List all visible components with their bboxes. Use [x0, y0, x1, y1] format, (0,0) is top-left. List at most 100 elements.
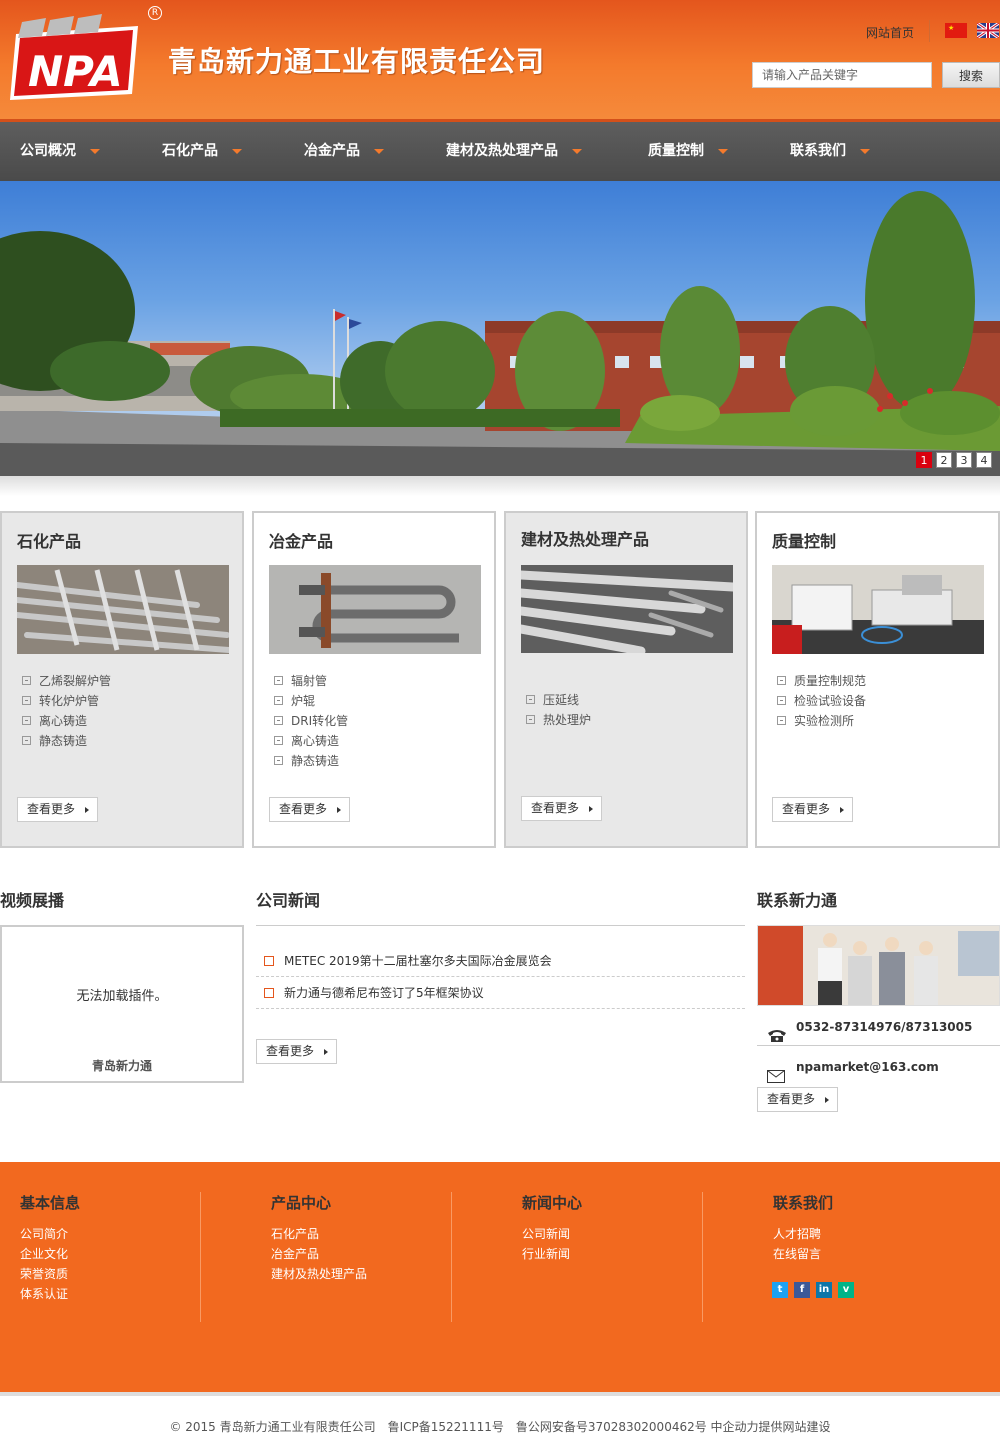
contact-more-button[interactable]: 查看更多	[757, 1087, 838, 1112]
news-item[interactable]: METEC 2019第十二届杜塞尔多夫国际冶金展览会	[256, 945, 745, 977]
linkedin-icon[interactable]: in	[816, 1282, 832, 1298]
list-item[interactable]: 热处理炉	[526, 710, 591, 730]
banner-photo	[0, 191, 1000, 476]
list-item[interactable]: DRI转化管	[274, 711, 348, 731]
copyright-text: © 2015 青岛新力通工业有限责任公司 鲁ICP备15221111号 鲁公网安…	[169, 1420, 831, 1434]
expand-box-icon	[274, 696, 283, 705]
nav-item-building-materials[interactable]: 建材及热处理产品	[446, 122, 582, 181]
list-item[interactable]: 离心铸造	[274, 731, 348, 751]
expand-box-icon	[22, 676, 31, 685]
list-item-label: DRI转化管	[291, 714, 349, 728]
nav-label: 联系我们	[790, 143, 846, 159]
nav-item-metallurgy[interactable]: 冶金产品	[304, 122, 384, 181]
slide-dot[interactable]: 2	[936, 452, 952, 468]
footer-column-products: 产品中心 石化产品 冶金产品 建材及热处理产品	[271, 1192, 452, 1322]
news-item[interactable]: 新力通与德希尼布签订了5年框架协议	[256, 977, 745, 1009]
footer-column-basic-info: 基本信息 公司简介 企业文化 荣誉资质 体系认证	[20, 1192, 201, 1322]
expand-box-icon	[274, 716, 283, 725]
home-link[interactable]: 网站首页	[866, 24, 914, 41]
footer-link[interactable]: 在线留言	[773, 1244, 973, 1264]
nav-label: 公司概况	[20, 143, 76, 159]
twitter-icon[interactable]: t	[772, 1282, 788, 1298]
nav-item-quality-control[interactable]: 质量控制	[648, 122, 728, 181]
card-image[interactable]	[772, 565, 984, 654]
list-item[interactable]: 质量控制规范	[777, 671, 866, 691]
slide-dot[interactable]: 1	[916, 452, 932, 468]
footer-link[interactable]: 石化产品	[271, 1224, 451, 1244]
button-label: 查看更多	[531, 801, 580, 815]
expand-box-icon	[526, 695, 535, 704]
list-item[interactable]: 转化炉炉管	[22, 691, 111, 711]
news-title: METEC 2019第十二届杜塞尔多夫国际冶金展览会	[284, 954, 552, 968]
list-item-label: 转化炉炉管	[39, 694, 100, 708]
button-label: 查看更多	[27, 802, 76, 816]
footer-link[interactable]: 行业新闻	[522, 1244, 702, 1264]
expand-box-icon	[274, 736, 283, 745]
uk-flag-icon[interactable]	[977, 23, 999, 38]
footer-link[interactable]: 体系认证	[20, 1284, 200, 1304]
footer-link[interactable]: 建材及热处理产品	[271, 1264, 451, 1284]
footer-link[interactable]: 企业文化	[20, 1244, 200, 1264]
nav-item-contact[interactable]: 联系我们	[790, 122, 870, 181]
list-item[interactable]: 检验试验设备	[777, 691, 866, 711]
contact-phone: 0532-87314976/87313005	[757, 1008, 1000, 1046]
dropdown-arrow-icon	[718, 148, 728, 154]
button-label: 查看更多	[266, 1044, 315, 1058]
list-item[interactable]: 离心铸造	[22, 711, 111, 731]
list-item[interactable]: 炉辊	[274, 691, 348, 711]
china-flag-icon[interactable]: ★	[945, 23, 967, 38]
dropdown-arrow-icon	[572, 148, 582, 154]
bullet-square-icon	[264, 988, 274, 998]
bullet-square-icon	[264, 956, 274, 966]
slide-dot[interactable]: 3	[956, 452, 972, 468]
button-label: 查看更多	[279, 802, 328, 816]
company-logo[interactable]: NPA	[8, 14, 142, 102]
list-item[interactable]: 乙烯裂解炉管	[22, 671, 111, 691]
search-input[interactable]	[752, 62, 932, 88]
footer-link[interactable]: 公司简介	[20, 1224, 200, 1244]
list-item-label: 压延线	[543, 693, 580, 707]
view-more-button[interactable]: 查看更多	[772, 797, 853, 822]
page: NPA R 青岛新力通工业有限责任公司 网站首页 ★ 搜索 公司概况	[0, 0, 1000, 1455]
email-address[interactable]: npamarket@163.com	[796, 1060, 939, 1074]
arrow-right-icon	[589, 806, 593, 812]
card-image[interactable]	[521, 565, 733, 653]
list-item[interactable]: 静态铸造	[274, 751, 348, 771]
list-item-label: 质量控制规范	[794, 674, 867, 688]
video-player[interactable]: 无法加载插件。 青岛新力通	[0, 925, 244, 1083]
nav-item-company-overview[interactable]: 公司概况	[20, 122, 100, 181]
phone-number: 0532-87314976/87313005	[796, 1020, 973, 1034]
footer-link[interactable]: 人才招聘	[773, 1224, 973, 1244]
nav-item-petrochemical[interactable]: 石化产品	[162, 122, 242, 181]
card-image[interactable]	[17, 565, 229, 654]
list-item[interactable]: 辐射管	[274, 671, 348, 691]
news-title: 新力通与德希尼布签订了5年框架协议	[284, 986, 484, 1000]
slide-dot[interactable]: 4	[976, 452, 992, 468]
nav-label: 建材及热处理产品	[446, 143, 558, 159]
footer-column-title: 联系我们	[773, 1194, 834, 1212]
search-button[interactable]: 搜索	[942, 62, 1000, 88]
expand-box-icon	[777, 696, 786, 705]
plugin-error-message: 无法加载插件。	[76, 989, 168, 1004]
footer-link[interactable]: 荣誉资质	[20, 1264, 200, 1284]
view-more-button[interactable]: 查看更多	[17, 797, 98, 822]
card-list: 压延线 热处理炉	[526, 690, 591, 730]
list-item[interactable]: 静态铸造	[22, 731, 111, 751]
vine-icon[interactable]: v	[838, 1282, 854, 1298]
video-caption: 青岛新力通	[91, 1059, 152, 1073]
divider	[929, 20, 930, 42]
arrow-right-icon	[85, 807, 89, 813]
expand-box-icon	[22, 716, 31, 725]
view-more-button[interactable]: 查看更多	[269, 797, 350, 822]
expand-box-icon	[22, 736, 31, 745]
facebook-icon[interactable]: f	[794, 1282, 810, 1298]
card-image[interactable]	[269, 565, 481, 654]
list-item[interactable]: 压延线	[526, 690, 591, 710]
dropdown-arrow-icon	[232, 148, 242, 154]
list-item[interactable]: 实验检测所	[777, 711, 866, 731]
footer-link[interactable]: 公司新闻	[522, 1224, 702, 1244]
footer-link[interactable]: 冶金产品	[271, 1244, 451, 1264]
section-title-contact: 联系新力通	[757, 891, 838, 910]
news-more-button[interactable]: 查看更多	[256, 1039, 337, 1064]
view-more-button[interactable]: 查看更多	[521, 796, 602, 821]
